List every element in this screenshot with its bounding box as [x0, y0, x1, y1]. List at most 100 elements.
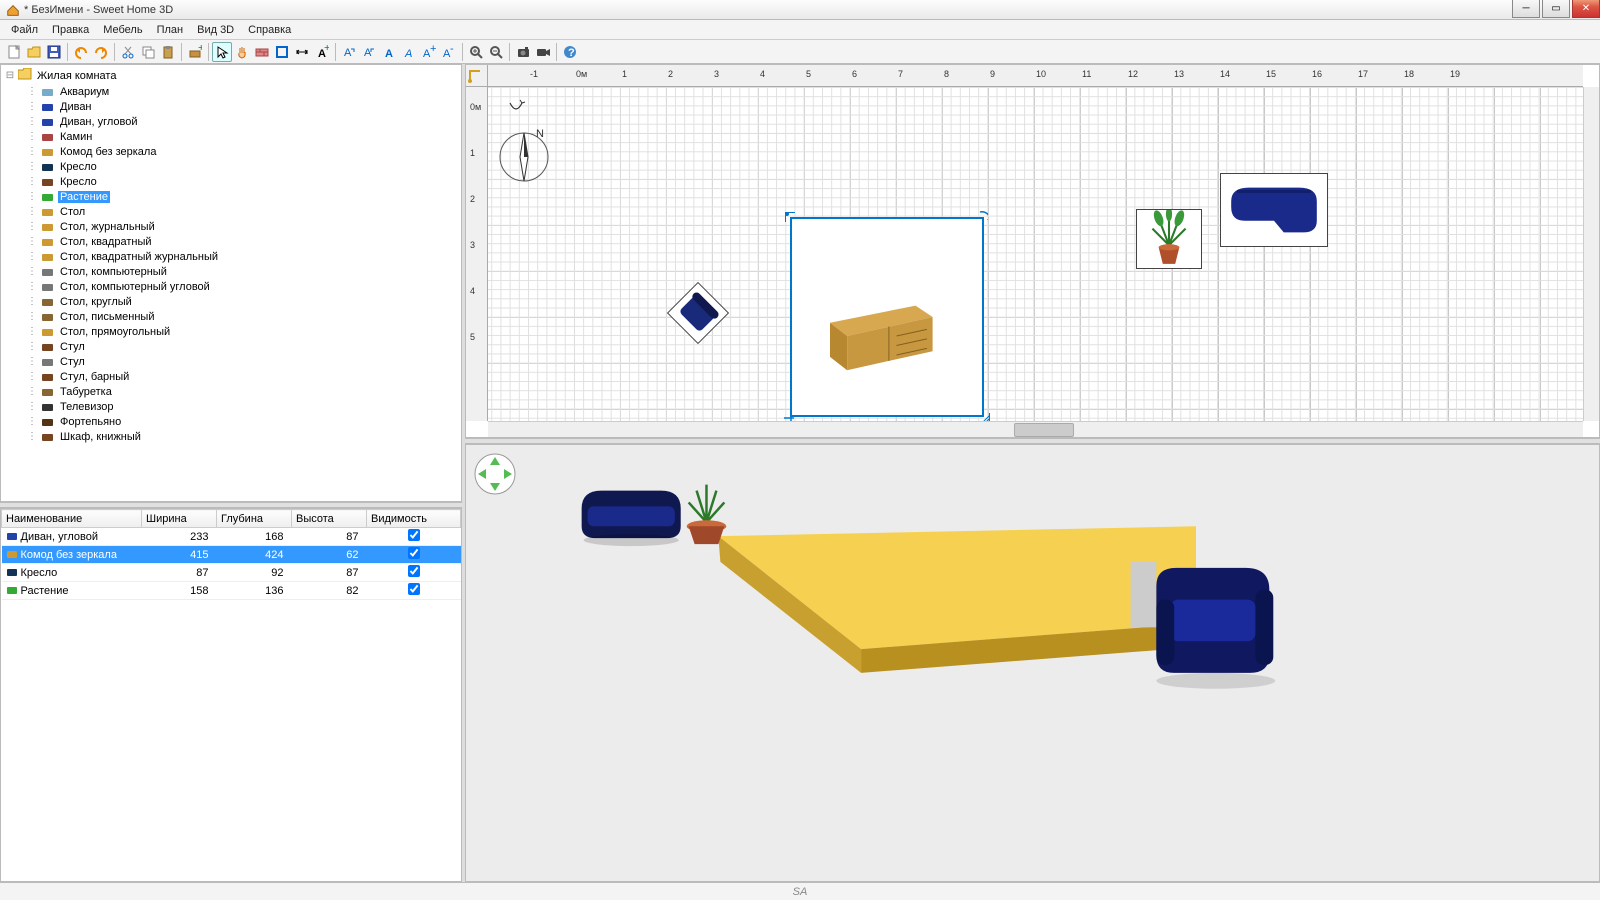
catalog-item[interactable]: ⋮Табуретка	[3, 384, 459, 399]
menu-вид 3d[interactable]: Вид 3D	[190, 22, 241, 38]
catalog-item[interactable]: ⋮Аквариум	[3, 84, 459, 99]
catalog-item[interactable]: ⋮Фортепьяно	[3, 414, 459, 429]
cut[interactable]	[118, 42, 138, 62]
text-style-1[interactable]: A	[339, 42, 359, 62]
table-row[interactable]: Кресло879287	[2, 564, 461, 582]
save-file[interactable]	[44, 42, 64, 62]
text-size-down[interactable]: A-	[439, 42, 459, 62]
collapse-icon[interactable]: ⊟	[5, 70, 15, 81]
table-row[interactable]: Растение15813682	[2, 582, 461, 600]
redo[interactable]	[91, 42, 111, 62]
undo[interactable]	[71, 42, 91, 62]
ruler-tick: 2	[466, 199, 488, 200]
add-furniture[interactable]: +	[185, 42, 205, 62]
visibility-checkbox[interactable]	[408, 529, 420, 541]
compass-icon[interactable]: N	[496, 97, 552, 187]
text-size-up[interactable]: A+	[419, 42, 439, 62]
catalog-item[interactable]: ⋮Кресло	[3, 174, 459, 189]
catalog-item[interactable]: ⋮Телевизор	[3, 399, 459, 414]
catalog-item[interactable]: ⋮Стол, квадратный	[3, 234, 459, 249]
menu-правка[interactable]: Правка	[45, 22, 96, 38]
col-depth[interactable]: Глубина	[217, 510, 292, 528]
zoom-out[interactable]	[486, 42, 506, 62]
col-name[interactable]: Наименование	[2, 510, 142, 528]
view-3d[interactable]	[465, 444, 1600, 882]
copy[interactable]	[138, 42, 158, 62]
wall-tool[interactable]	[252, 42, 272, 62]
plan-object-corner-sofa[interactable]	[1220, 173, 1328, 247]
text-italic[interactable]: A	[399, 42, 419, 62]
minimize-button[interactable]: ─	[1512, 0, 1540, 18]
scroll-thumb[interactable]	[1014, 423, 1074, 437]
catalog-category[interactable]: ⊟ Жилая комната	[3, 67, 459, 84]
catalog-item[interactable]: ⋮Диван, угловой	[3, 114, 459, 129]
cell-depth: 92	[217, 564, 292, 582]
catalog-item[interactable]: ⋮Растение	[3, 189, 459, 204]
svg-text:N: N	[536, 128, 544, 140]
camera-video[interactable]	[533, 42, 553, 62]
selection-handle-tr[interactable]	[978, 210, 988, 220]
cell-height: 87	[292, 528, 367, 546]
plan-scrollbar-horizontal[interactable]	[488, 421, 1583, 437]
catalog-item[interactable]: ⋮Комод без зеркала	[3, 144, 459, 159]
catalog-item[interactable]: ⋮Кресло	[3, 159, 459, 174]
table-row[interactable]: Диван, угловой23316887	[2, 528, 461, 546]
plan-canvas[interactable]: N	[488, 87, 1583, 421]
help[interactable]: ?	[560, 42, 580, 62]
open-file[interactable]	[24, 42, 44, 62]
table-row[interactable]: Комод без зеркала41542462	[2, 546, 461, 564]
catalog-item[interactable]: ⋮Стол, журнальный	[3, 219, 459, 234]
catalog-item[interactable]: ⋮Камин	[3, 129, 459, 144]
col-width[interactable]: Ширина	[142, 510, 217, 528]
text-tool[interactable]: A+	[312, 42, 332, 62]
text-style-2[interactable]: A	[359, 42, 379, 62]
plan-object-dresser-selected[interactable]	[790, 217, 984, 417]
catalog-item[interactable]: ⋮Стол	[3, 204, 459, 219]
tree-branch-icon: ⋮	[27, 431, 37, 442]
selection-handle-br[interactable]	[980, 413, 990, 421]
menu-файл[interactable]: Файл	[4, 22, 45, 38]
furniture-catalog-tree[interactable]: ⊟ Жилая комната ⋮Аквариум⋮Диван⋮Диван, у…	[0, 64, 462, 502]
plan-scrollbar-vertical[interactable]	[1583, 87, 1599, 421]
catalog-item[interactable]: ⋮Шкаф, книжный	[3, 429, 459, 444]
plan-object-plant[interactable]	[1136, 209, 1202, 269]
catalog-item[interactable]: ⋮Стол, письменный	[3, 309, 459, 324]
tree-branch-icon: ⋮	[27, 131, 37, 142]
pan-tool[interactable]	[232, 42, 252, 62]
catalog-item[interactable]: ⋮Стул	[3, 354, 459, 369]
camera-photo[interactable]	[513, 42, 533, 62]
catalog-item-label: Стул	[58, 341, 87, 353]
catalog-item[interactable]: ⋮Стол, квадратный журнальный	[3, 249, 459, 264]
catalog-item[interactable]: ⋮Стул, барный	[3, 369, 459, 384]
catalog-item[interactable]: ⋮Стол, компьютерный угловой	[3, 279, 459, 294]
select-tool[interactable]	[212, 42, 232, 62]
catalog-item[interactable]: ⋮Стул	[3, 339, 459, 354]
catalog-item[interactable]: ⋮Стол, компьютерный	[3, 264, 459, 279]
paste[interactable]	[158, 42, 178, 62]
dimension-tool[interactable]	[292, 42, 312, 62]
maximize-button[interactable]: ▭	[1542, 0, 1570, 18]
menu-мебель[interactable]: Мебель	[96, 22, 149, 38]
tree-branch-icon: ⋮	[27, 101, 37, 112]
visibility-checkbox[interactable]	[408, 565, 420, 577]
col-visible[interactable]: Видимость	[367, 510, 461, 528]
visibility-checkbox[interactable]	[408, 547, 420, 559]
catalog-item[interactable]: ⋮Диван	[3, 99, 459, 114]
col-height[interactable]: Высота	[292, 510, 367, 528]
selection-handle-tl[interactable]	[785, 212, 795, 222]
furniture-list-table[interactable]: Наименование Ширина Глубина Высота Видим…	[0, 508, 462, 882]
visibility-checkbox[interactable]	[408, 583, 420, 595]
catalog-item[interactable]: ⋮Стол, прямоугольный	[3, 324, 459, 339]
catalog-item-label: Стол, квадратный журнальный	[58, 251, 220, 263]
new-file[interactable]	[4, 42, 24, 62]
catalog-item[interactable]: ⋮Стол, круглый	[3, 294, 459, 309]
text-bold[interactable]: A	[379, 42, 399, 62]
plan-2d-view[interactable]: -10м12345678910111213141516171819 0м1234…	[465, 64, 1600, 438]
close-button[interactable]: ✕	[1572, 0, 1600, 18]
selection-handle-bl[interactable]	[784, 411, 794, 421]
menu-справка[interactable]: Справка	[241, 22, 298, 38]
room-tool[interactable]	[272, 42, 292, 62]
menu-план[interactable]: План	[150, 22, 191, 38]
plan-object-armchair[interactable]	[667, 282, 729, 344]
zoom-in[interactable]	[466, 42, 486, 62]
